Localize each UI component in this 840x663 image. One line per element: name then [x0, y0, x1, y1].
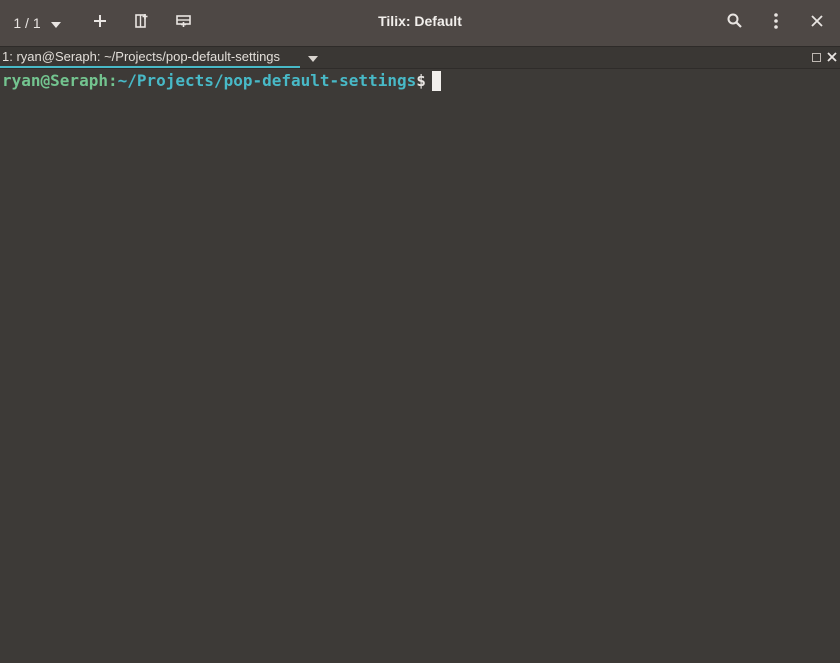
find-button[interactable] — [720, 8, 748, 38]
window-title: Tilix: Default — [378, 13, 462, 29]
close-window-button[interactable] — [803, 8, 831, 38]
session-switcher-button[interactable]: 1 / 1 — [6, 8, 68, 38]
chevron-down-icon — [308, 49, 318, 67]
close-icon — [811, 14, 823, 32]
add-terminal-down-button[interactable] — [170, 8, 198, 38]
maximize-terminal-button[interactable] — [810, 52, 822, 64]
terminal-menu-button[interactable] — [306, 51, 320, 65]
plus-icon — [94, 14, 106, 32]
prompt-user-host: ryan@Seraph — [2, 71, 108, 90]
maximize-icon — [811, 49, 821, 67]
main-menu-button[interactable] — [762, 8, 790, 38]
prompt-line: ryan@Seraph: ~/Projects/pop-default-setti… — [2, 69, 840, 93]
prompt-separator: : — [107, 71, 118, 90]
add-session-button[interactable] — [86, 8, 114, 38]
kebab-menu-icon — [774, 12, 778, 34]
terminal-area[interactable]: ryan@Seraph: ~/Projects/pop-default-setti… — [0, 69, 840, 663]
prompt-path: ~/Projects/pop-default-settings — [117, 71, 417, 90]
headerbar: 1 / 1 Tilix: Default — [0, 0, 840, 47]
chevron-down-icon — [50, 15, 61, 31]
split-down-icon — [176, 14, 192, 33]
session-count: 1 / 1 — [13, 15, 41, 31]
terminal-titlebar: 1: ryan@Seraph: ~/Projects/pop-default-s… — [0, 47, 840, 69]
tilix-window: 1 / 1 Tilix: Default 1: ryan@Seraph: ~/P… — [0, 0, 840, 663]
active-terminal-indicator — [0, 66, 300, 68]
close-icon — [827, 49, 837, 67]
prompt-symbol: $ — [416, 71, 426, 90]
search-icon — [727, 13, 742, 33]
terminal-title[interactable]: 1: ryan@Seraph: ~/Projects/pop-default-s… — [2, 49, 280, 64]
add-terminal-right-button[interactable] — [128, 8, 156, 38]
text-cursor — [431, 71, 441, 91]
split-right-icon — [135, 13, 149, 33]
close-terminal-button[interactable] — [825, 51, 839, 65]
